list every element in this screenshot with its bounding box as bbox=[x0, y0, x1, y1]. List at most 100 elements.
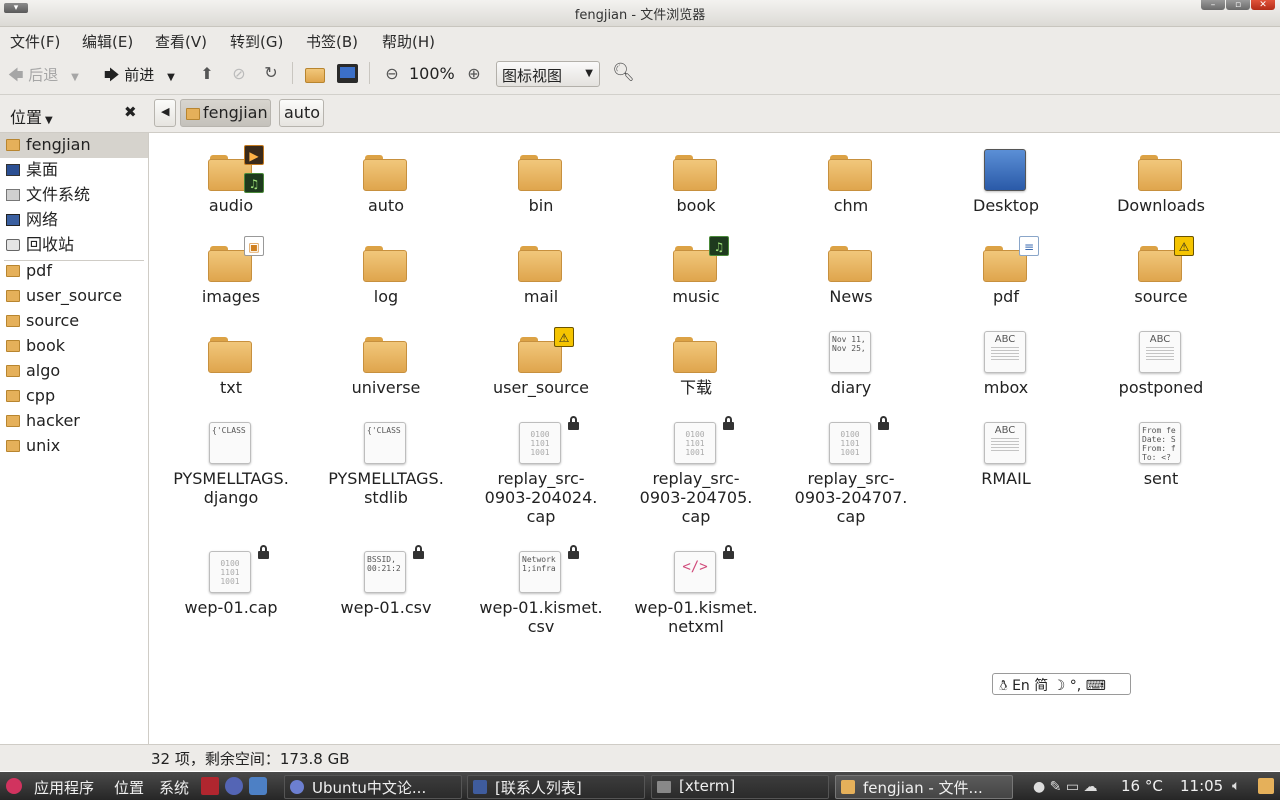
taskbar-window-file-browser[interactable]: fengjian - 文件... bbox=[835, 775, 1013, 799]
sidebar-item-desktop[interactable]: 桌面 bbox=[0, 158, 148, 183]
sidebar-item-network[interactable]: 网络 bbox=[0, 208, 148, 233]
folder-icon bbox=[6, 265, 20, 277]
menu-go[interactable]: 转到(G) bbox=[230, 31, 283, 52]
file-item-mbox[interactable]: ABC mbox bbox=[931, 329, 1081, 397]
home-button[interactable] bbox=[305, 65, 325, 83]
file-item-news[interactable]: News bbox=[776, 238, 926, 306]
file-item-source[interactable]: ⚠ source bbox=[1086, 236, 1236, 306]
file-item-chm[interactable]: chm bbox=[776, 147, 926, 215]
launcher-browser-icon[interactable] bbox=[225, 777, 243, 795]
file-item-rmail[interactable]: ABC RMAIL bbox=[931, 420, 1081, 488]
breadcrumb-scroll-left[interactable]: ◀ bbox=[154, 99, 176, 127]
zoom-out-button[interactable]: ⊖ bbox=[383, 64, 401, 83]
volume-icon[interactable]: 🔈︎ bbox=[1232, 778, 1240, 794]
file-item-wep-01-csv[interactable]: BSSID, 00:21:2 wep-01.csv bbox=[311, 545, 461, 617]
up-button[interactable]: ⬆ bbox=[198, 64, 216, 83]
sidebar-item-filesystem[interactable]: 文件系统 bbox=[0, 183, 148, 208]
file-item-wep-01-kismet-csv[interactable]: Network 1;infra wep-01.kismet. csv bbox=[466, 545, 616, 636]
reload-button[interactable]: ↻ bbox=[262, 63, 280, 82]
file-item-diary[interactable]: Nov 11, Nov 25, diary bbox=[776, 329, 926, 397]
sidebar-item-user-source[interactable]: user_source bbox=[0, 284, 148, 309]
sidebar-item-home[interactable]: fengjian bbox=[0, 133, 148, 158]
lock-icon bbox=[567, 545, 580, 559]
sidebar-item-hacker[interactable]: hacker bbox=[0, 409, 148, 434]
chevron-down-icon: ▼ bbox=[167, 72, 175, 83]
search-icon: ● bbox=[1033, 779, 1046, 795]
launcher-app-icon[interactable] bbox=[201, 777, 219, 795]
sidebar-item-trash[interactable]: 回收站 bbox=[0, 233, 148, 258]
file-name: wep-01.kismet. csv bbox=[479, 598, 603, 636]
taskbar-window-xterm[interactable]: [xterm] bbox=[651, 775, 829, 799]
file-item-downloads[interactable]: Downloads bbox=[1086, 147, 1236, 215]
file-item-book[interactable]: book bbox=[621, 147, 771, 215]
menu-file[interactable]: 文件(F) bbox=[10, 31, 60, 52]
file-item-pdf[interactable]: ≡ pdf bbox=[931, 236, 1081, 306]
file-item-log[interactable]: log bbox=[311, 238, 461, 306]
sidebar-item-unix[interactable]: unix bbox=[0, 434, 148, 459]
file-item-bin[interactable]: bin bbox=[466, 147, 616, 215]
file-item-audio[interactable]: ▶ ♫ audio bbox=[156, 145, 306, 215]
close-window-button[interactable]: ✕ bbox=[1251, 0, 1275, 10]
taskbar-places-menu[interactable]: 位置 bbox=[114, 777, 144, 798]
file-item-mail[interactable]: mail bbox=[466, 238, 616, 306]
launcher-chat-icon[interactable] bbox=[249, 777, 267, 795]
file-item-sent[interactable]: From fe Date: S From: f To: <? sent bbox=[1086, 420, 1236, 488]
places-dropdown[interactable]: 位置 ▼ bbox=[10, 104, 53, 128]
menu-help[interactable]: 帮助(H) bbox=[382, 31, 435, 52]
file-item-replay-src-0903-204707-cap[interactable]: 0100 1101 1001 replay_src- 0903-204707. cap bbox=[776, 416, 926, 526]
computer-icon bbox=[340, 67, 355, 78]
file-item-replay-src-0903-204024-cap[interactable]: 0100 1101 1001 replay_src- 0903-204024. cap bbox=[466, 416, 616, 526]
file-item-music[interactable]: ♫ music bbox=[621, 236, 771, 306]
input-method-bar[interactable]: 🐧︎ En 简 ☽ °, ⌨ bbox=[992, 673, 1131, 695]
file-item-下载[interactable]: 下载 bbox=[621, 329, 771, 397]
file-name: News bbox=[829, 287, 873, 306]
menu-edit[interactable]: 编辑(E) bbox=[82, 31, 133, 52]
minimize-button[interactable]: – bbox=[1201, 0, 1225, 10]
file-item-postponed[interactable]: ABC postponed bbox=[1086, 329, 1236, 397]
view-mode-select[interactable]: 图标视图 ▼ bbox=[496, 61, 600, 87]
file-name: mbox bbox=[983, 378, 1029, 397]
maximize-button[interactable]: ▫ bbox=[1226, 0, 1250, 10]
taskbar-window-browser[interactable]: Ubuntu中文论... bbox=[284, 775, 462, 799]
breadcrumb-auto[interactable]: auto bbox=[279, 99, 324, 127]
file-item-txt[interactable]: txt bbox=[156, 329, 306, 397]
tray-icons[interactable]: ● ✎ ▭ ☁ bbox=[1033, 779, 1098, 795]
breadcrumb-home[interactable]: fengjian bbox=[180, 99, 271, 127]
sidebar-item-cpp[interactable]: cpp bbox=[0, 384, 148, 409]
taskbar-applications-menu[interactable]: 应用程序 bbox=[34, 777, 94, 798]
computer-button[interactable] bbox=[337, 64, 358, 83]
file-item-auto[interactable]: auto bbox=[311, 147, 461, 215]
taskbar-system-menu[interactable]: 系统 bbox=[159, 777, 189, 798]
file-item-user-source[interactable]: ⚠ user_source bbox=[466, 327, 616, 397]
taskbar-window-contacts[interactable]: [联系人列表] bbox=[467, 775, 645, 799]
forward-button[interactable]: 🡆 前进 ▼ bbox=[104, 64, 186, 86]
file-item-universe[interactable]: universe bbox=[311, 329, 461, 397]
sidebar-item-pdf[interactable]: pdf bbox=[0, 259, 148, 284]
ubuntu-logo-icon[interactable] bbox=[6, 778, 22, 794]
sidebar-item-source[interactable]: source bbox=[0, 309, 148, 334]
binary-file-icon: 0100 1101 1001 bbox=[209, 551, 251, 593]
temperature[interactable]: 16 °C bbox=[1121, 777, 1163, 795]
file-item-images[interactable]: ▣ images bbox=[156, 236, 306, 306]
close-sidebar-button[interactable]: ✖ bbox=[124, 103, 137, 121]
pen-icon: ✎ bbox=[1049, 779, 1062, 795]
stop-button[interactable]: ⊘ bbox=[230, 64, 248, 83]
menu-bookmarks[interactable]: 书签(B) bbox=[306, 31, 358, 52]
file-item-replay-src-0903-204705-cap[interactable]: 0100 1101 1001 replay_src- 0903-204705. cap bbox=[621, 416, 771, 526]
back-button[interactable]: 🡄 后退 ▼ bbox=[8, 64, 90, 86]
menu-view[interactable]: 查看(V) bbox=[155, 31, 207, 52]
session-icon[interactable] bbox=[1258, 778, 1274, 794]
file-item-desktop[interactable]: Desktop bbox=[931, 147, 1081, 215]
file-item-pysmelltags-stdlib[interactable]: {'CLASS PYSMELLTAGS. stdlib bbox=[311, 420, 461, 507]
search-button[interactable]: 🔍︎ bbox=[612, 62, 635, 83]
file-name: replay_src- 0903-204707. cap bbox=[794, 469, 908, 526]
zoom-in-button[interactable]: ⊕ bbox=[465, 64, 483, 83]
file-item-wep-01-cap[interactable]: 0100 1101 1001 wep-01.cap bbox=[156, 545, 306, 617]
clock[interactable]: 11:05 bbox=[1180, 777, 1223, 795]
file-item-pysmelltags-django[interactable]: {'CLASS PYSMELLTAGS. django bbox=[156, 420, 306, 507]
text-file-icon: Network 1;infra bbox=[519, 551, 561, 593]
text-file-icon: BSSID, 00:21:2 bbox=[364, 551, 406, 593]
file-item-wep-01-kismet-netxml[interactable]: </> wep-01.kismet. netxml bbox=[621, 545, 771, 636]
sidebar-item-book[interactable]: book bbox=[0, 334, 148, 359]
sidebar-item-algo[interactable]: algo bbox=[0, 359, 148, 384]
